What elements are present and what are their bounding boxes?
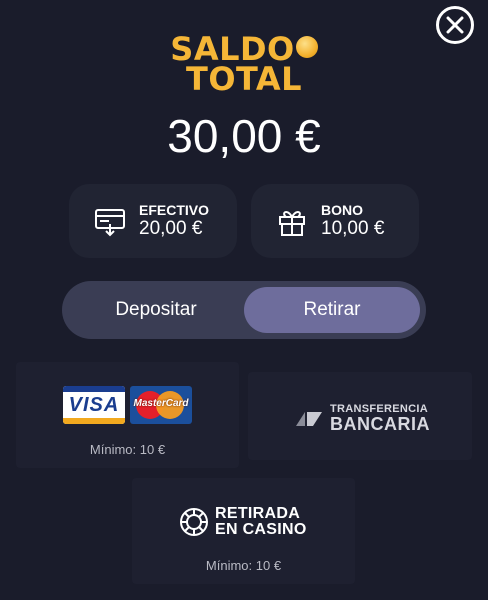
casino-line-1: RETIRADA [215, 505, 301, 522]
mastercard-logo: MasterCard [130, 386, 192, 424]
bonus-value: 10,00 € [321, 218, 385, 239]
visa-logo: VISA [63, 386, 125, 424]
deposit-withdraw-toggle: Depositar Retirar [62, 281, 426, 339]
card-minimum: Mínimo: 10 € [89, 442, 166, 457]
bank-transfer-logo: TRANSFERENCIA BANCARIA [296, 404, 430, 433]
casino-withdrawal-method[interactable]: RETIRADA EN CASINO Mínimo: 10 € [132, 478, 355, 584]
cash-balance-card: EFECTIVO 20,00 € [69, 184, 237, 258]
cash-icon [95, 209, 125, 237]
cash-label: EFECTIVO [139, 202, 210, 218]
visa-label: VISA [68, 394, 120, 416]
bank-transfer-method[interactable]: TRANSFERENCIA BANCARIA [248, 372, 472, 460]
bonus-balance-card: BONO 10,00 € [251, 184, 419, 258]
mastercard-label: MasterCard [133, 398, 189, 409]
gift-icon [279, 210, 305, 236]
coin-icon [295, 36, 318, 58]
page-title: SALDO TOTAL [0, 33, 488, 98]
bank-transfer-icon [296, 411, 322, 426]
cash-value: 20,00 € [139, 218, 203, 239]
card-payment-method[interactable]: VISA MasterCard Mínimo: 10 € [16, 362, 239, 468]
casino-minimum: Mínimo: 10 € [205, 558, 282, 573]
roulette-chip-icon [180, 508, 208, 536]
title-line-2: TOTAL [185, 60, 303, 98]
total-balance-amount: 30,00 € [167, 110, 321, 162]
close-icon [446, 16, 464, 34]
bonus-label: BONO [321, 202, 363, 218]
tab-deposit[interactable]: Depositar [68, 287, 244, 333]
bank-line-2: BANCARIA [330, 414, 430, 434]
casino-line-2: EN CASINO [215, 521, 307, 538]
casino-withdrawal-logo: RETIRADA EN CASINO [179, 506, 307, 538]
tab-withdraw[interactable]: Retirar [244, 287, 420, 333]
